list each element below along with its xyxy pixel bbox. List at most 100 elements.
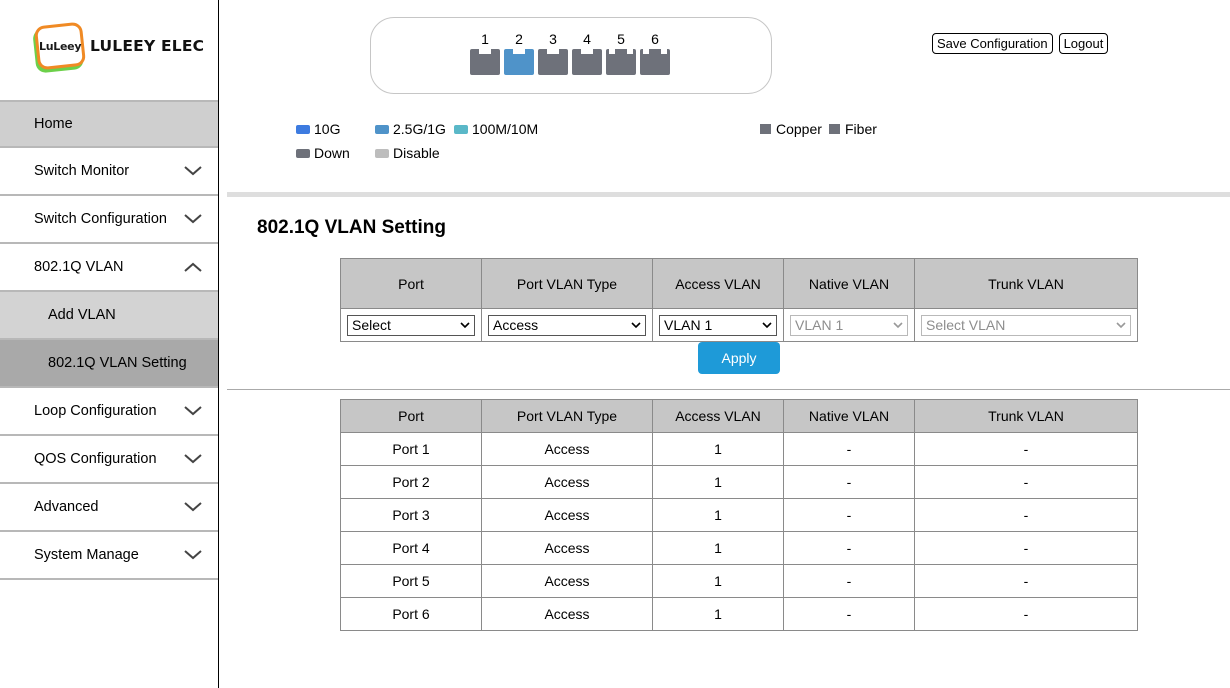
port-3[interactable]: 3 <box>538 31 568 75</box>
swatch-disable <box>375 148 389 158</box>
column-header-port-vlan-type: Port VLAN Type <box>481 258 653 309</box>
sidebar-item-label: Advanced <box>34 499 99 515</box>
table-row: Port 3 Access 1 - - <box>340 498 1138 532</box>
save-configuration-button[interactable]: Save Configuration <box>932 33 1053 54</box>
trunk-vlan-value: Select VLAN <box>926 317 1006 333</box>
port-vlan-type-value: Access <box>493 317 539 333</box>
port-6[interactable]: 6 <box>640 31 670 75</box>
port-number: 1 <box>481 31 489 47</box>
cell-access-vlan: 1 <box>652 432 784 466</box>
cell-port: Port 1 <box>340 432 482 466</box>
table-row: Port 5 Access 1 - - <box>340 564 1138 598</box>
apply-button[interactable]: Apply <box>698 342 780 374</box>
chevron-down-icon <box>184 550 202 560</box>
ethernet-port-icon <box>470 49 500 75</box>
cell-type: Access <box>481 531 653 565</box>
port-vlan-type-select[interactable]: Access <box>488 314 646 336</box>
cell-access-vlan: 1 <box>652 597 784 631</box>
chevron-down-icon <box>184 454 202 464</box>
cell-trunk-vlan: - <box>914 432 1138 466</box>
port-5[interactable]: 5 <box>606 31 636 75</box>
legend-label: 10G <box>314 121 341 137</box>
table-row: Port 6 Access 1 - - <box>340 597 1138 631</box>
port-2[interactable]: 2 <box>504 31 534 75</box>
brand-logo: LuLeey LULEEY ELEC <box>33 21 204 71</box>
cell-port: Port 3 <box>340 498 482 532</box>
sidebar-menu: Home Switch Monitor Switch Configuration… <box>0 100 218 580</box>
legend-label: Fiber <box>845 121 877 137</box>
chevron-down-icon <box>460 321 470 328</box>
port-number: 6 <box>651 31 659 47</box>
port-status-panel: 1 2 3 4 5 6 <box>370 17 772 94</box>
cell-access-vlan: 1 <box>652 465 784 499</box>
column-header-native-vlan: Native VLAN <box>783 399 915 433</box>
sidebar-item-loop-configuration[interactable]: Loop Configuration <box>0 388 218 436</box>
chevron-up-icon <box>184 262 202 272</box>
cell-trunk-vlan: - <box>914 465 1138 499</box>
port-number: 2 <box>515 31 523 47</box>
port-number: 4 <box>583 31 591 47</box>
cell-port: Port 4 <box>340 531 482 565</box>
cell-port: Port 2 <box>340 465 482 499</box>
cell-native-vlan: - <box>783 564 915 598</box>
sidebar-item-vlan-setting[interactable]: 802.1Q VLAN Setting <box>0 340 218 388</box>
sidebar-item-switch-configuration[interactable]: Switch Configuration <box>0 196 218 244</box>
port-4[interactable]: 4 <box>572 31 602 75</box>
sidebar-item-label: Home <box>34 116 73 132</box>
legend-disable: Disable <box>375 145 440 161</box>
sidebar-item-label: QOS Configuration <box>34 451 157 467</box>
cell-type: Access <box>481 597 653 631</box>
trunk-vlan-select: Select VLAN <box>921 314 1131 336</box>
column-header-port: Port <box>340 399 482 433</box>
cell-native-vlan: - <box>783 465 915 499</box>
cell-port: Port 6 <box>340 597 482 631</box>
legend-label: 100M/10M <box>472 121 539 137</box>
sidebar-item-8021q-vlan[interactable]: 802.1Q VLAN <box>0 244 218 292</box>
sidebar-item-label: Switch Monitor <box>34 163 130 179</box>
sidebar-item-switch-monitor[interactable]: Switch Monitor <box>0 148 218 196</box>
port-select[interactable]: Select <box>347 314 475 336</box>
chevron-down-icon <box>184 406 202 416</box>
logout-button[interactable]: Logout <box>1058 33 1109 54</box>
swatch-100m <box>454 124 468 134</box>
page-title: 802.1Q VLAN Setting <box>257 217 446 238</box>
sidebar-item-label: Switch Configuration <box>34 211 167 227</box>
fiber-port-icon <box>640 49 670 75</box>
table-row: Port 4 Access 1 - - <box>340 531 1138 565</box>
chevron-down-icon <box>184 166 202 176</box>
logo-badge-text: LuLeey <box>38 39 82 53</box>
cell-access-vlan: 1 <box>652 564 784 598</box>
sidebar-item-label: 802.1Q VLAN Setting <box>48 355 187 371</box>
cell-native-vlan: - <box>783 432 915 466</box>
legend-10g: 10G <box>296 121 340 137</box>
swatch-2-5g <box>375 124 389 134</box>
cell-trunk-vlan: - <box>914 597 1138 631</box>
sidebar-item-qos-configuration[interactable]: QOS Configuration <box>0 436 218 484</box>
sidebar-item-home[interactable]: Home <box>0 100 218 148</box>
port-1[interactable]: 1 <box>470 31 500 75</box>
column-header-trunk-vlan: Trunk VLAN <box>914 399 1138 433</box>
native-vlan-value: VLAN 1 <box>795 317 844 333</box>
fiber-port-icon <box>606 49 636 75</box>
sidebar-item-system-manage[interactable]: System Manage <box>0 532 218 580</box>
access-vlan-value: VLAN 1 <box>664 317 713 333</box>
native-vlan-select: VLAN 1 <box>790 314 908 336</box>
table-row: Port 1 Access 1 - - <box>340 432 1138 466</box>
column-header-port-vlan-type: Port VLAN Type <box>481 399 653 433</box>
legend-100m: 100M/10M <box>454 121 538 137</box>
column-header-native-vlan: Native VLAN <box>783 258 915 309</box>
port-number: 3 <box>549 31 557 47</box>
ethernet-port-icon <box>538 49 568 75</box>
column-header-access-vlan: Access VLAN <box>652 399 784 433</box>
sidebar-item-advanced[interactable]: Advanced <box>0 484 218 532</box>
ethernet-port-icon <box>504 49 534 75</box>
access-vlan-select[interactable]: VLAN 1 <box>659 314 777 336</box>
cell-trunk-vlan: - <box>914 531 1138 565</box>
sidebar: LuLeey LULEEY ELEC Home Switch Monitor S… <box>0 0 219 688</box>
cell-native-vlan: - <box>783 531 915 565</box>
legend-2-5g: 2.5G/1G <box>375 121 446 137</box>
port-select-value: Select <box>352 317 391 333</box>
sidebar-item-add-vlan[interactable]: Add VLAN <box>0 292 218 340</box>
chevron-down-icon <box>762 321 772 328</box>
chevron-down-icon <box>631 321 641 328</box>
